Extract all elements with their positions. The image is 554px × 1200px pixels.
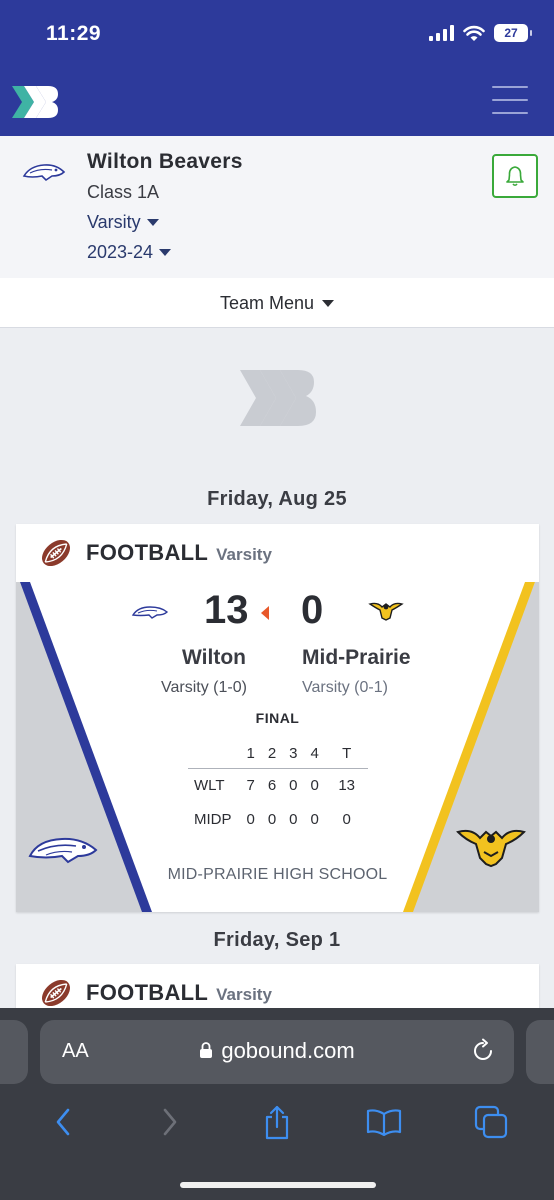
lock-icon xyxy=(200,1042,213,1059)
book-icon xyxy=(366,1109,401,1136)
caret-down-icon xyxy=(146,219,159,226)
team-level-label: Varsity xyxy=(87,212,141,232)
away-score: 0 xyxy=(301,588,324,632)
game-date-heading: Friday, Aug 25 xyxy=(207,488,347,510)
period-header: 4 xyxy=(303,740,326,769)
home-period-score: 6 xyxy=(267,776,277,794)
away-period-score: 0 xyxy=(246,810,255,828)
home-abbr: WLT xyxy=(194,776,225,794)
home-score: 13 xyxy=(204,588,249,632)
period-header: 3 xyxy=(282,740,304,769)
home-line-row: WLT 7 6 0 0 13 xyxy=(188,768,368,802)
sport-level: Varsity xyxy=(216,984,272,1004)
period-header: 1 xyxy=(240,740,262,769)
bookmarks-button[interactable] xyxy=(364,1102,404,1142)
team-season-label: 2023-24 xyxy=(87,242,154,262)
team-info: Wilton Beavers Class 1A Varsity 2023-24 xyxy=(0,136,554,278)
next-tab-preview[interactable] xyxy=(526,1020,554,1084)
line-score-header: 1 2 3 4 T xyxy=(188,740,368,769)
away-team-record: Varsity (0-1) xyxy=(302,679,388,696)
caret-down-icon xyxy=(159,249,172,256)
away-line-row: MIDP 0 0 0 0 0 xyxy=(188,802,368,836)
url-display[interactable]: gobound.com xyxy=(40,1038,514,1064)
back-button[interactable] xyxy=(43,1102,83,1142)
gobound-watermark-icon xyxy=(240,370,316,426)
wilton-beaver-logo-icon xyxy=(22,164,66,182)
status-bar: 11:29 27 xyxy=(0,0,554,70)
total-header: T xyxy=(325,740,368,769)
cellular-signal-icon xyxy=(429,25,454,41)
period-header: 2 xyxy=(261,740,283,769)
browser-bar: AA gobound.com xyxy=(0,1008,554,1200)
tabs-icon xyxy=(474,1105,507,1139)
team-season-dropdown[interactable]: 2023-24 xyxy=(87,242,172,263)
team-level-dropdown[interactable]: Varsity xyxy=(87,212,159,233)
reload-icon[interactable] xyxy=(470,1038,496,1064)
game-date-heading: Friday, Sep 1 xyxy=(213,929,341,951)
status-icons: 27 xyxy=(429,24,532,42)
wifi-icon xyxy=(463,25,485,41)
caret-down-icon xyxy=(322,299,335,307)
app-header xyxy=(0,70,554,136)
sport-level: Varsity xyxy=(216,544,272,564)
team-menu-label: Team Menu xyxy=(219,292,315,313)
browser-toolbar xyxy=(0,1100,554,1144)
game-card[interactable]: FOOTBALL Varsity 13 0 Wilton Mid-Prairie… xyxy=(16,524,539,912)
away-period-score: 0 xyxy=(267,810,277,828)
scoreboard: 13 0 Wilton Mid-Prairie Varsity (1-0) Va… xyxy=(16,582,539,912)
line-score-table: 1 2 3 4 T WLT 7 6 0 0 13 MIDP 0 0 0 0 0 xyxy=(188,740,368,836)
team-name: Wilton Beavers xyxy=(87,150,243,173)
status-time: 11:29 xyxy=(46,22,102,45)
away-period-score: 0 xyxy=(310,810,319,828)
football-icon xyxy=(42,979,70,1007)
home-indicator xyxy=(180,1182,376,1188)
away-abbr: MIDP xyxy=(194,810,232,828)
tabs-button[interactable] xyxy=(471,1102,511,1142)
team-menu-button[interactable]: Team Menu xyxy=(0,278,554,328)
team-class: Class 1A xyxy=(87,182,160,202)
home-period-score: 0 xyxy=(289,776,298,794)
mid-prairie-hawk-mini-logo-icon xyxy=(368,602,404,621)
football-icon xyxy=(42,539,70,567)
game-venue: MID-PRAIRIE HIGH SCHOOL xyxy=(167,866,388,883)
chevron-left-icon xyxy=(57,1108,70,1136)
notification-bell-button[interactable] xyxy=(492,154,538,198)
away-team-name: Mid-Prairie xyxy=(302,646,411,669)
sport-name: FOOTBALL xyxy=(86,980,209,1005)
gobound-logo-icon[interactable] xyxy=(10,82,60,122)
home-total-score: 13 xyxy=(338,776,355,794)
wilton-beaver-logo-icon xyxy=(28,837,98,864)
home-team-record: Varsity (1-0) xyxy=(161,679,247,696)
team-card: Wilton Beavers Class 1A Varsity 2023-24 … xyxy=(0,136,554,328)
bell-icon xyxy=(506,166,524,187)
battery-icon: 27 xyxy=(494,24,532,42)
away-total-score: 0 xyxy=(342,810,351,828)
wilton-mini-logo-icon xyxy=(131,606,169,619)
menu-hamburger-icon[interactable] xyxy=(492,86,528,114)
address-bar[interactable]: AA gobound.com xyxy=(40,1020,514,1084)
away-period-score: 0 xyxy=(289,810,298,828)
winner-arrow-icon xyxy=(261,606,269,620)
url-text: gobound.com xyxy=(221,1038,355,1063)
game-status: FINAL xyxy=(255,710,300,726)
chevron-right-icon xyxy=(163,1108,177,1136)
home-team-name: Wilton xyxy=(182,646,246,669)
home-period-score: 0 xyxy=(310,776,319,794)
sport-name: FOOTBALL xyxy=(86,540,209,565)
previous-tab-preview[interactable] xyxy=(0,1020,28,1084)
home-period-score: 7 xyxy=(246,776,255,794)
game-header: FOOTBALL Varsity xyxy=(16,524,539,582)
share-button[interactable] xyxy=(257,1102,297,1142)
mid-prairie-hawk-logo-icon xyxy=(456,829,526,868)
share-icon xyxy=(265,1105,289,1140)
forward-button[interactable] xyxy=(150,1102,190,1142)
